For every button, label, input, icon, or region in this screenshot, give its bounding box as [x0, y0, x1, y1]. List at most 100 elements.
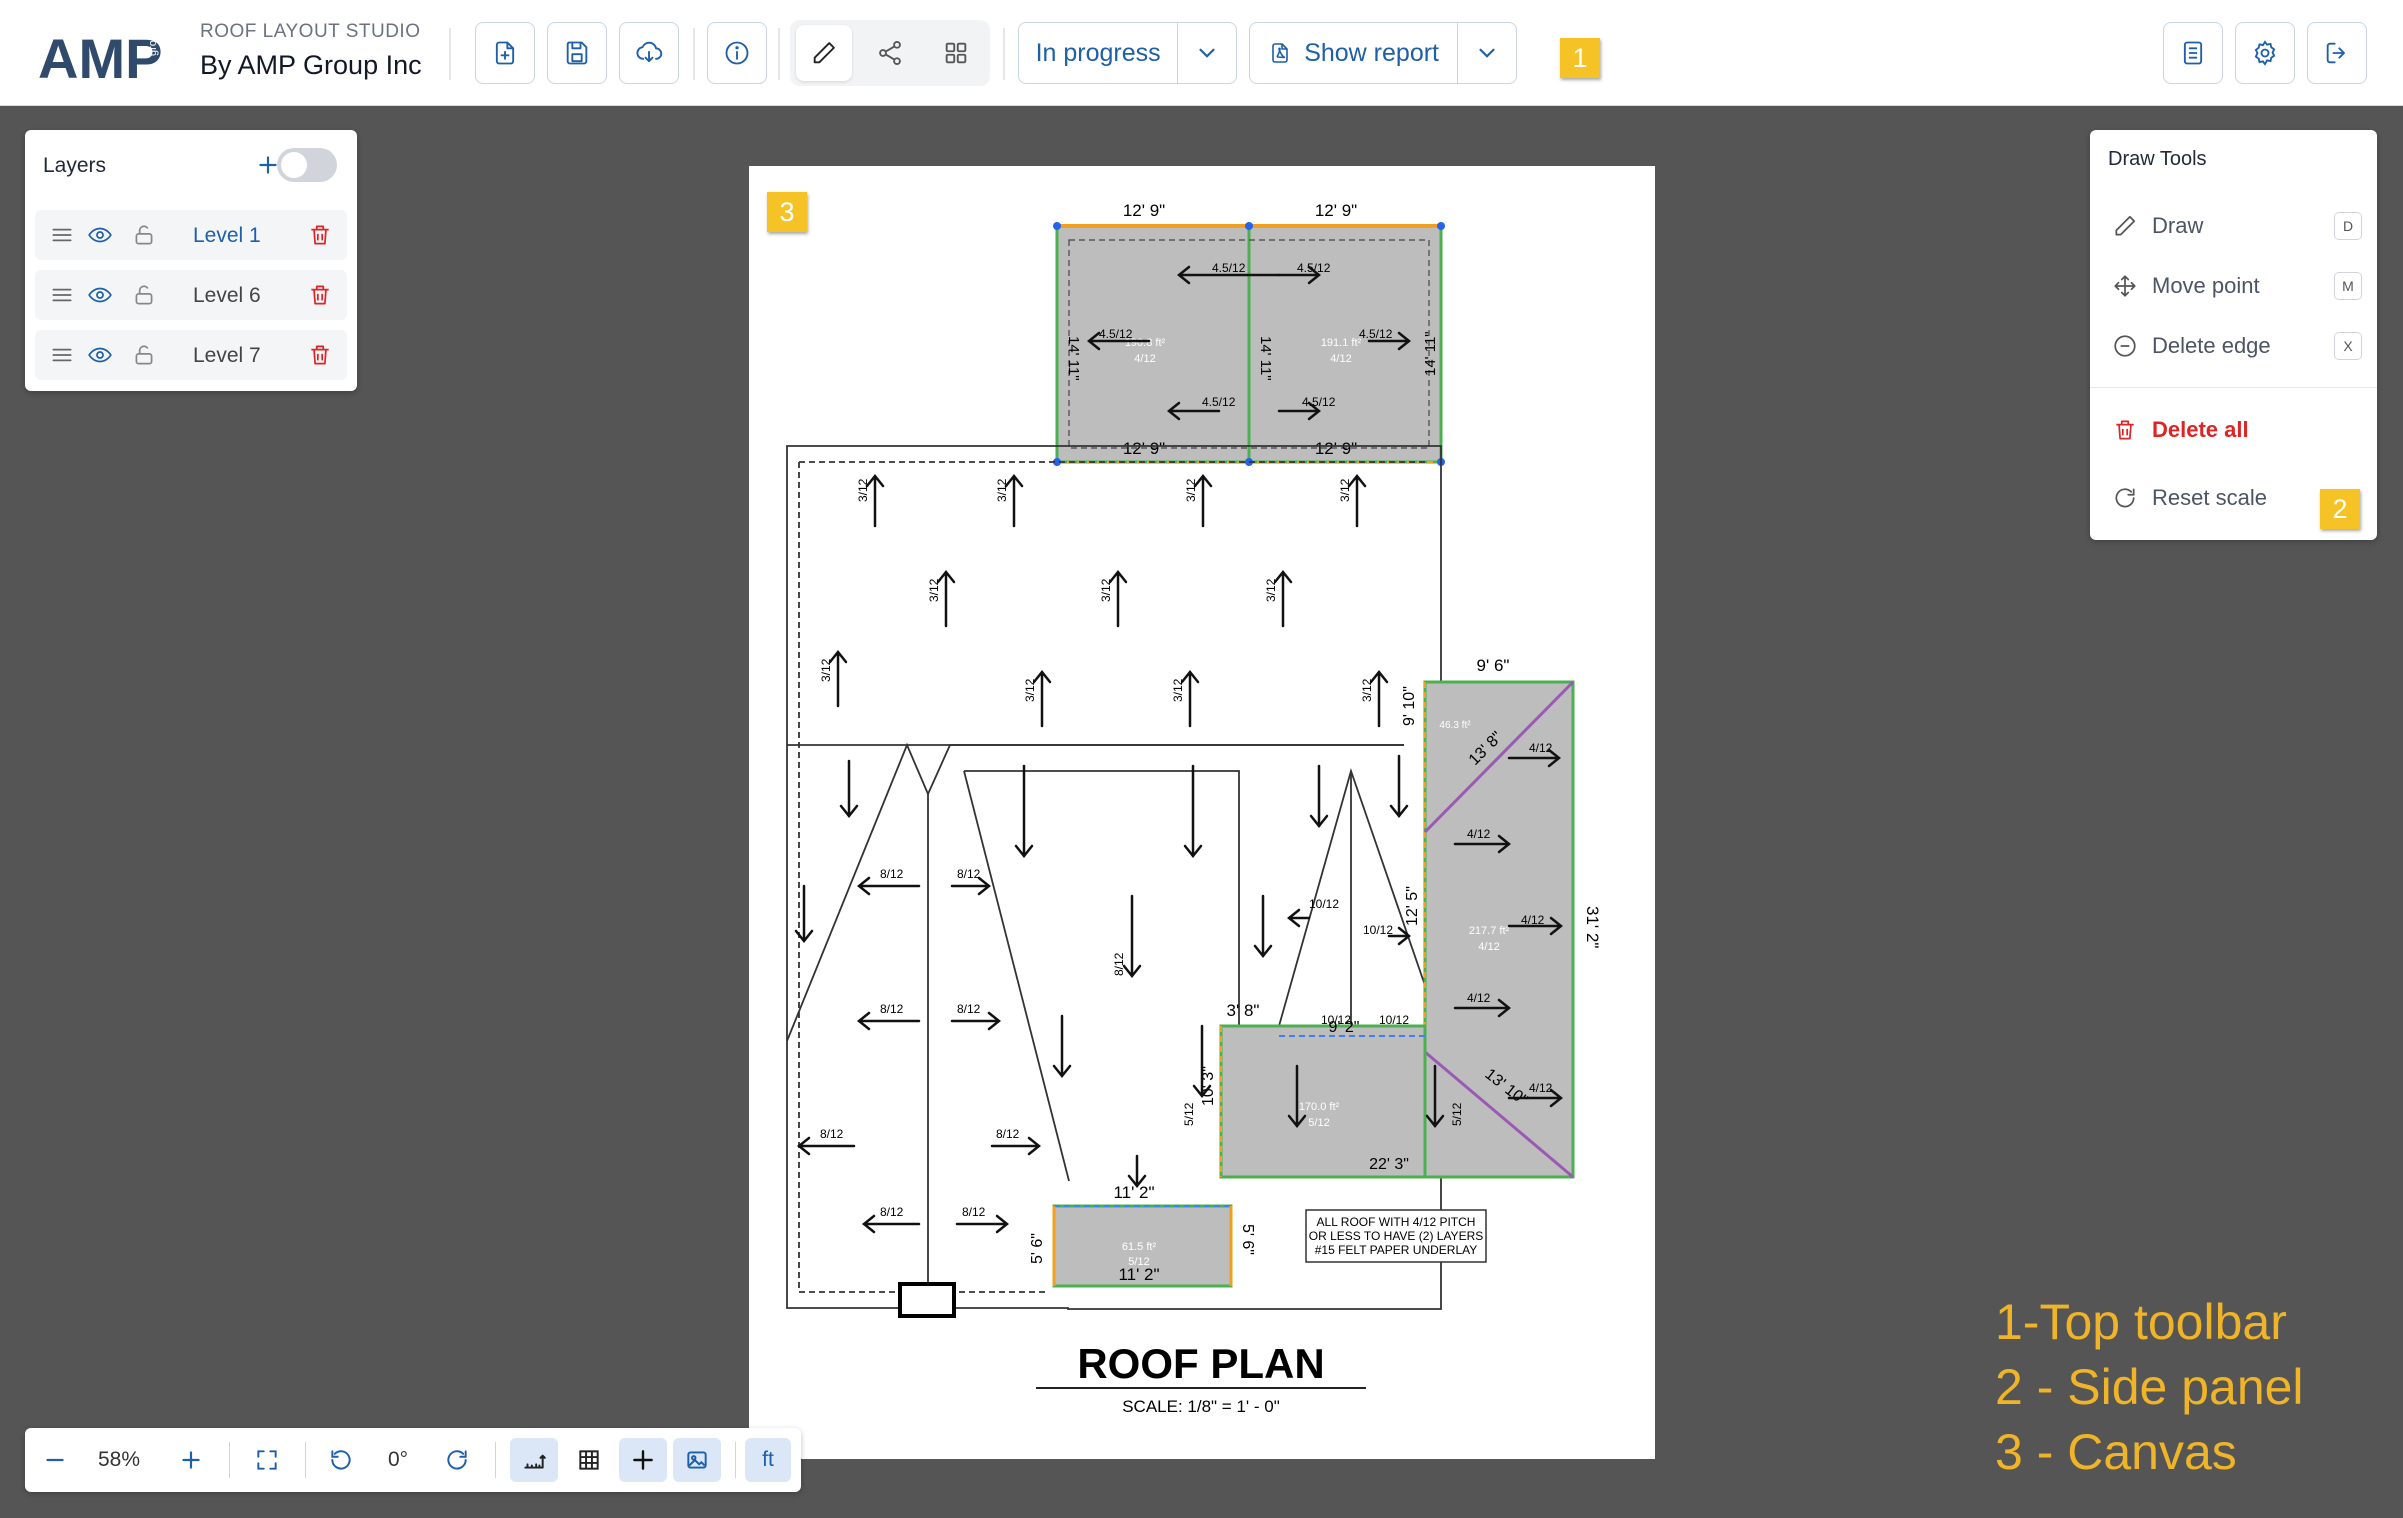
plan-note: ALL ROOF WITH 4/12 PITCH OR LESS TO HAVE…: [1305, 1209, 1487, 1263]
trash-icon[interactable]: [307, 342, 333, 368]
divider: [495, 1442, 496, 1478]
pitch-label: 10/12: [1321, 1013, 1351, 1027]
pitch-label: 4/12: [1529, 741, 1553, 755]
logout-button[interactable]: [2307, 22, 2367, 84]
settings-button[interactable]: [2235, 22, 2295, 84]
svg-text:8/12: 8/12: [880, 1002, 904, 1016]
share-mode-button[interactable]: [862, 25, 918, 81]
trash-icon[interactable]: [307, 282, 333, 308]
roof-section-top[interactable]: 12' 9" 12' 9" 12' 9" 12' 9" 14' 11" 14' …: [1053, 201, 1445, 466]
delete-edge-tool-button[interactable]: Delete edge X: [2112, 328, 2362, 364]
image-toggle-button[interactable]: [673, 1438, 721, 1482]
fit-to-screen-button[interactable]: [245, 1438, 289, 1482]
trash-icon: [2116, 420, 2134, 440]
report-dropdown-toggle[interactable]: [1458, 23, 1516, 83]
pitch-label: 4.5/12: [1099, 327, 1133, 341]
rotation-angle: 0°: [387, 1448, 409, 1471]
delete-all-button[interactable]: Delete all: [2112, 412, 2362, 448]
svg-text:8/12: 8/12: [996, 1127, 1020, 1141]
status-label[interactable]: In progress: [1019, 23, 1179, 83]
annotation-marker-1: 1: [1560, 38, 1600, 78]
eye-icon[interactable]: [87, 282, 113, 308]
image-icon: [687, 1451, 707, 1469]
new-file-button[interactable]: [475, 22, 535, 84]
zoom-out-button[interactable]: [35, 1438, 75, 1482]
trash-icon[interactable]: [307, 222, 333, 248]
rotate-right-button[interactable]: [435, 1438, 479, 1482]
drawing-canvas[interactable]: 12' 9" 12' 9" 12' 9" 12' 9" 14' 11" 14' …: [749, 166, 1655, 1459]
area-label: 191.1 ft²: [1321, 337, 1362, 349]
draw-tool-button[interactable]: Draw D: [2112, 208, 2362, 244]
divider: [693, 28, 695, 80]
roof-section-right[interactable]: 9' 6" 31' 2" 13' 8" 13' 10" 217.7 ft² 4/…: [1423, 656, 1602, 1179]
file-plus-icon: [495, 41, 515, 65]
show-report-button[interactable]: Show report: [1250, 23, 1459, 83]
svg-text:3/12: 3/12: [995, 478, 1009, 502]
dim-label: 12' 9": [1315, 201, 1357, 220]
plan-title-block: ROOF PLAN SCALE: 1/8" = 1' - 0": [1036, 1340, 1366, 1416]
info-button[interactable]: [707, 22, 767, 84]
chevron-down-icon: [1199, 48, 1215, 58]
move-point-label: Move point: [2152, 273, 2260, 298]
legend-line: 2 - Side panel: [1995, 1359, 2304, 1415]
pitch-label: 4.5/12: [1297, 261, 1331, 275]
layer-row-level-7[interactable]: Level 7: [35, 330, 347, 380]
grid-toggle-button[interactable]: [565, 1438, 613, 1482]
dim-label: 5' 6": [1029, 1233, 1046, 1264]
roof-section-bottom[interactable]: 11' 2" 11' 2" 5' 6" 5' 6" 61.5 ft² 5/12: [1029, 1183, 1256, 1288]
layer-row-level-6[interactable]: Level 6: [35, 270, 347, 320]
plan-scale: SCALE: 1/8" = 1' - 0": [1122, 1397, 1280, 1416]
area-label: 170.0 ft²: [1299, 1101, 1340, 1113]
cloud-download-button[interactable]: [619, 22, 679, 84]
pitch-label: 4.5/12: [1202, 395, 1236, 409]
unlock-icon[interactable]: [131, 282, 157, 308]
notes-button[interactable]: [2163, 22, 2223, 84]
unlock-icon[interactable]: [131, 222, 157, 248]
unlock-icon[interactable]: [131, 342, 157, 368]
eye-icon[interactable]: [87, 222, 113, 248]
dim-label: 12' 9": [1315, 439, 1357, 458]
drag-handle-icon[interactable]: [49, 222, 75, 248]
layer-row-level-1[interactable]: Level 1: [35, 210, 347, 260]
rotate-left-button[interactable]: [319, 1438, 363, 1482]
top-toolbar: AMP group ROOF LAYOUT STUDIO By AMP Grou…: [0, 0, 2403, 106]
minus-circle-icon: [2114, 335, 2136, 357]
drag-handle-icon[interactable]: [49, 282, 75, 308]
measure-button[interactable]: [510, 1438, 558, 1482]
roof-plan-drawing[interactable]: 12' 9" 12' 9" 12' 9" 12' 9" 14' 11" 14' …: [749, 166, 1655, 1459]
dim-label: 5' 6": [1239, 1224, 1256, 1255]
dim-label: 31' 2": [1583, 906, 1602, 948]
svg-text:OR LESS TO HAVE (2) LAYERS: OR LESS TO HAVE (2) LAYERS: [1309, 1229, 1484, 1243]
pitch-label: 4/12: [1529, 1081, 1553, 1095]
svg-text:AMP: AMP: [38, 27, 162, 84]
draw-mode-button[interactable]: [796, 25, 852, 81]
save-button[interactable]: [547, 22, 607, 84]
gear-icon: [2254, 40, 2276, 66]
logout-icon: [2326, 42, 2345, 64]
pdf-file-icon: [1272, 43, 1289, 63]
drag-handle-icon[interactable]: [49, 342, 75, 368]
status-dropdown-toggle[interactable]: [1178, 23, 1236, 83]
divider: [229, 1442, 230, 1478]
layer-name: Level 7: [193, 344, 261, 367]
move-point-tool-button[interactable]: Move point M: [2112, 268, 2362, 304]
draw-tools-title: Draw Tools: [2108, 148, 2207, 170]
grid-mode-button[interactable]: [928, 25, 984, 81]
eye-icon[interactable]: [87, 342, 113, 368]
pitch-label: 4.5/12: [1212, 261, 1246, 275]
svg-text:3/12: 3/12: [1184, 478, 1198, 502]
delete-edge-label: Delete edge: [2152, 333, 2271, 358]
dim-label: 9' 10": [1401, 686, 1418, 726]
layers-visibility-toggle[interactable]: [277, 148, 337, 182]
status-dropdown[interactable]: In progress: [1018, 22, 1237, 84]
zoom-in-button[interactable]: [171, 1438, 211, 1482]
dim-label: 12' 5": [1404, 886, 1421, 926]
crosshair-toggle-button[interactable]: [619, 1438, 667, 1482]
svg-text:8/12: 8/12: [962, 1205, 986, 1219]
share-icon: [879, 40, 901, 66]
report-dropdown[interactable]: Show report: [1249, 22, 1517, 84]
pitch-label: 4/12: [1134, 353, 1155, 365]
reset-scale-label: Reset scale: [2152, 485, 2267, 510]
dim-label: 11' 2": [1113, 1183, 1154, 1202]
unit-toggle-button[interactable]: ft: [745, 1438, 791, 1482]
